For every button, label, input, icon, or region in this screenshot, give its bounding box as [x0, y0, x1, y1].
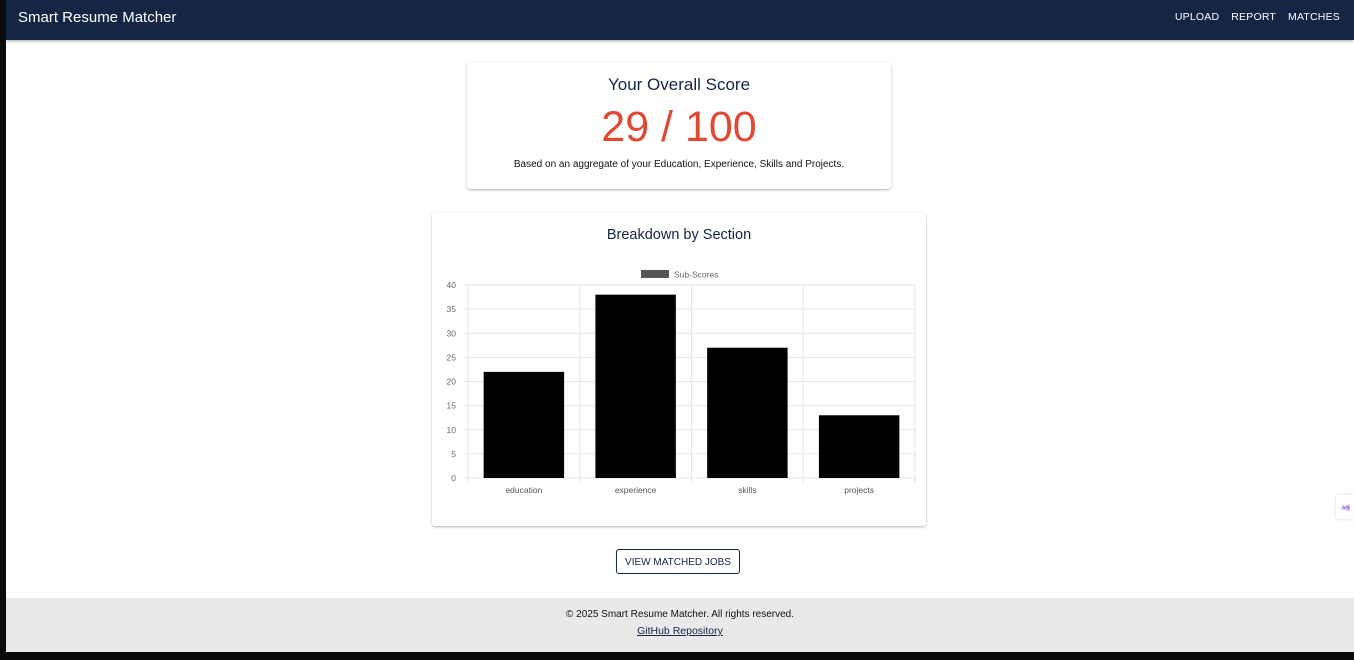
- nav-menu: UPLOAD REPORT MATCHES: [1175, 0, 1340, 34]
- x-tick-label: experience: [615, 485, 657, 495]
- y-tick-label: 30: [447, 328, 457, 338]
- footer: © 2025 Smart Resume Matcher. All rights …: [6, 598, 1354, 652]
- breakdown-bar-chart: Sub-Scores 0 5 10 15 20 25 30 35 40 education exper…: [447, 270, 916, 495]
- legend-swatch: [641, 270, 669, 278]
- y-tick-label: 10: [447, 425, 457, 435]
- y-tick-label: 0: [451, 473, 456, 483]
- app-title[interactable]: Smart Resume Matcher: [18, 0, 176, 36]
- score-value: 29 / 100: [601, 103, 757, 151]
- bar-education: [483, 371, 565, 478]
- bar-experience: [595, 294, 676, 478]
- y-tick-label: 35: [447, 304, 457, 314]
- extension-widget-icon[interactable]: [1336, 495, 1354, 519]
- github-link[interactable]: GitHub Repository: [6, 625, 1354, 637]
- bar-projects: [818, 415, 900, 478]
- breakdown-card: Breakdown by Section Sub-Scores 0 5 10 15 20 2…: [432, 213, 926, 526]
- x-tick-label: skills: [738, 485, 756, 495]
- x-tick-label: projects: [844, 485, 874, 495]
- y-tick-label: 5: [451, 449, 456, 459]
- y-tick-label: 25: [447, 352, 457, 362]
- score-note: Based on an aggregate of your Education,…: [513, 159, 845, 170]
- y-tick-label: 40: [447, 280, 457, 290]
- app-window: Smart Resume Matcher UPLOAD REPORT MATCH…: [6, 0, 1354, 652]
- overall-score-card: Your Overall Score 29 / 100 Based on an …: [467, 63, 891, 189]
- view-matched-jobs-button[interactable]: VIEW MATCHED JOBS: [616, 549, 740, 574]
- bar-skills: [707, 347, 788, 478]
- nav-report[interactable]: REPORT: [1231, 0, 1276, 34]
- y-tick-label: 15: [447, 401, 457, 411]
- footer-copyright: © 2025 Smart Resume Matcher. All rights …: [565, 609, 795, 620]
- nav-matches[interactable]: MATCHES: [1288, 0, 1340, 34]
- score-title: Your Overall Score: [607, 75, 751, 94]
- y-tick-label: 20: [447, 377, 457, 387]
- x-tick-label: education: [505, 485, 542, 495]
- legend-label: Sub-Scores: [674, 270, 718, 280]
- app-bar: Smart Resume Matcher UPLOAD REPORT MATCH…: [6, 0, 1354, 40]
- nav-upload[interactable]: UPLOAD: [1175, 0, 1219, 34]
